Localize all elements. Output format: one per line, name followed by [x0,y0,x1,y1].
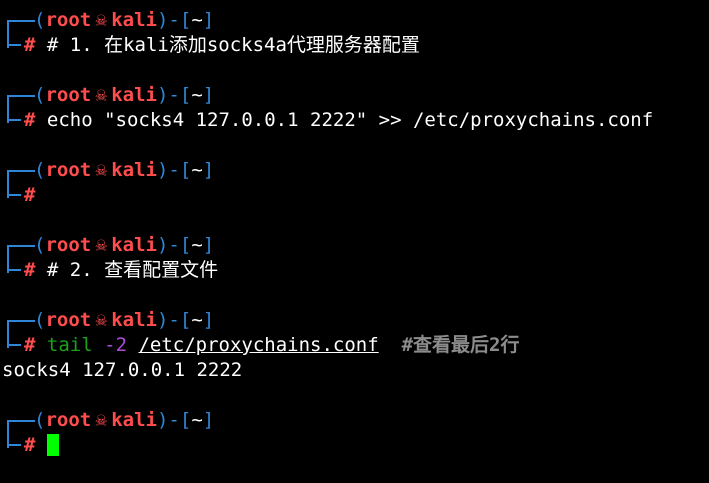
prompt-open-paren: ( [34,234,46,256]
skull-icon: ☠ [95,409,107,431]
skull-icon: ☠ [95,9,107,31]
block-cursor [46,434,59,456]
prompt-host: kali [111,84,157,106]
prompt-connector-bottom [7,269,21,271]
terminal-window[interactable]: (root ☠ kali)-[~] # # 1. 在kali添加socks4a代理服… [0,8,709,462]
prompt-open-paren: ( [34,159,46,181]
command-output: socks4 127.0.0.1 2222 [2,359,243,381]
prompt-hash: # [24,334,36,356]
command-flag: -2 [104,334,128,356]
prompt-block-1: (root ☠ kali)-[~] # # 1. 在kali添加socks4a代理服… [0,8,709,83]
command-line: # tail -2 /etc/proxychains.conf #查看最后2行 [24,333,519,358]
prompt-user: root [45,84,92,106]
skull-icon: ☠ [95,159,107,181]
prompt-user: root [45,9,92,31]
prompt-host: kali [111,9,157,31]
prompt-header: (root ☠ kali)-[~] [34,408,214,433]
prompt-block-5: (root ☠ kali)-[~] # tail -2 /etc/proxychai… [0,308,709,408]
prompt-separator: )-[ [156,84,192,106]
prompt-separator: )-[ [156,409,192,431]
prompt-host: kali [111,159,157,181]
prompt-header: (root ☠ kali)-[~] [34,308,214,333]
prompt-open-paren: ( [34,9,46,31]
command-text: # 2. 查看配置文件 [46,259,219,281]
prompt-dir: ~ [191,9,203,31]
command-path: /etc/proxychains.conf [138,334,379,356]
prompt-connector-bottom [7,119,21,121]
prompt-host: kali [111,309,157,331]
prompt-hash: # [24,434,36,456]
prompt-close-bracket: ] [202,409,215,431]
prompt-dir: ~ [191,234,203,256]
prompt-connector-bottom [7,194,21,196]
prompt-hash: # [24,259,36,281]
prompt-block-2: (root ☠ kali)-[~] # echo "socks4 127.0.0.1… [0,83,709,158]
prompt-dir: ~ [191,409,203,431]
prompt-header: (root ☠ kali)-[~] [34,158,214,183]
prompt-dir: ~ [191,309,203,331]
command-name: tail [46,334,93,356]
prompt-separator: )-[ [156,159,192,181]
prompt-connector-bottom [7,44,21,46]
prompt-open-paren: ( [34,309,46,331]
prompt-hash: # [24,184,36,206]
prompt-header: (root ☠ kali)-[~] [34,233,214,258]
prompt-close-bracket: ] [202,309,215,331]
prompt-dir: ~ [191,84,203,106]
command-line: # [24,183,35,208]
command-line: # # 2. 查看配置文件 [24,258,218,283]
command-text: # 1. 在kali添加socks4a代理服务器配置 [46,34,420,56]
prompt-close-bracket: ] [202,159,215,181]
prompt-host: kali [111,234,157,256]
command-input-line[interactable]: # [24,433,59,458]
prompt-header: (root ☠ kali)-[~] [34,8,214,33]
prompt-connector-bottom [7,344,21,346]
prompt-open-paren: ( [34,84,46,106]
command-line: # # 1. 在kali添加socks4a代理服务器配置 [24,33,420,58]
prompt-separator: )-[ [156,234,192,256]
prompt-close-bracket: ] [202,234,215,256]
prompt-close-bracket: ] [202,9,215,31]
skull-icon: ☠ [95,309,107,331]
prompt-header: (root ☠ kali)-[~] [34,83,214,108]
prompt-hash: # [24,109,36,131]
prompt-user: root [45,234,92,256]
skull-icon: ☠ [95,84,107,106]
prompt-user: root [45,159,92,181]
prompt-dir: ~ [191,159,203,181]
command-comment: #查看最后2行 [401,334,520,356]
prompt-hash: # [24,34,36,56]
prompt-block-4: (root ☠ kali)-[~] # # 2. 查看配置文件 [0,233,709,308]
command-line: # echo "socks4 127.0.0.1 2222" >> /etc/p… [24,108,653,133]
prompt-separator: )-[ [156,9,192,31]
prompt-connector-bottom [7,444,21,446]
prompt-user: root [45,409,92,431]
skull-icon: ☠ [95,234,107,256]
prompt-user: root [45,309,92,331]
command-text: echo "socks4 127.0.0.1 2222" >> /etc/pro… [46,109,654,131]
prompt-host: kali [111,409,157,431]
prompt-separator: )-[ [156,309,192,331]
prompt-block-3: (root ☠ kali)-[~] # [0,158,709,233]
prompt-open-paren: ( [34,409,46,431]
prompt-block-6: (root ☠ kali)-[~] # [0,408,709,483]
prompt-close-bracket: ] [202,84,215,106]
